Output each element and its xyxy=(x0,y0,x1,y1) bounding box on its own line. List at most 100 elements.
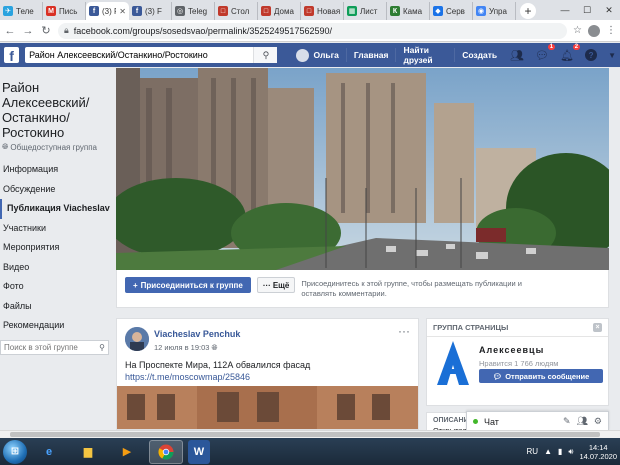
menu-kebab-icon[interactable]: ⋮ xyxy=(606,25,616,36)
author-avatar[interactable] xyxy=(125,327,149,351)
post-image[interactable] xyxy=(117,386,418,429)
browser-tab[interactable]: ✈ Теле xyxy=(0,2,43,20)
close-tab-icon[interactable]: ✕ xyxy=(119,7,126,16)
browser-tab[interactable]: □ Дома xyxy=(258,2,301,20)
chat-status-icon xyxy=(473,419,478,424)
group-type: 🌐︎ Общедоступная группа xyxy=(0,140,113,152)
group-search: ⚲ xyxy=(0,340,109,355)
scrollbar-thumb[interactable] xyxy=(10,432,600,437)
sidebar-menu-item[interactable]: Обсуждение xyxy=(0,180,113,200)
url-text: facebook.com/groups/sosedsvao/permalink/… xyxy=(73,25,332,36)
facebook-header: f ⚲ Ольга Главная Найти друзей Создать 👥… xyxy=(0,43,620,67)
media-player-icon[interactable]: ▶ xyxy=(110,440,144,464)
web-icon: ◎ xyxy=(175,6,185,16)
sidebar-menu-item[interactable]: Информация xyxy=(0,160,113,180)
group-title[interactable]: Район Алексеевский/ Останкино/ Ростокино xyxy=(0,68,113,140)
tray-arrow-icon[interactable]: ▲ xyxy=(544,447,552,456)
join-group-label: Присоединиться к группе xyxy=(140,280,243,290)
messages-badge: 1 xyxy=(547,43,556,50)
browser-tab[interactable]: К Кама xyxy=(387,2,430,20)
help-icon[interactable]: ? xyxy=(585,49,598,61)
more-button[interactable]: ··· Ещё xyxy=(256,277,296,293)
tab-label: Упра xyxy=(489,6,507,16)
browser-tab[interactable]: □ Стол xyxy=(215,2,258,20)
sheets-icon: ▦ xyxy=(347,6,357,16)
messenger-icon: 💬︎ xyxy=(492,371,503,381)
reload-icon[interactable]: ↻ xyxy=(40,24,52,37)
page-icon: □ xyxy=(218,6,228,16)
group-cover-photo[interactable] xyxy=(116,68,609,270)
sidebar-menu-item[interactable]: Файлы xyxy=(0,297,113,317)
language-indicator[interactable]: RU xyxy=(527,447,539,456)
friend-requests-icon[interactable]: 👥︎ xyxy=(510,49,524,62)
page-name[interactable]: Алексеевцы xyxy=(479,345,544,355)
browser-tab[interactable]: ◉ Упра xyxy=(473,2,516,20)
post-author[interactable]: Viacheslav Penchuk xyxy=(154,329,240,339)
search-icon[interactable]: ⚲ xyxy=(253,47,278,63)
globe-icon: 🌐︎ xyxy=(211,343,218,352)
join-group-button[interactable]: + Присоединиться к группе xyxy=(125,277,251,293)
account-dropdown-icon[interactable]: ▼ xyxy=(608,51,616,60)
clock-time: 14:14 xyxy=(588,442,608,452)
ie-icon[interactable]: e xyxy=(32,440,66,464)
word-icon[interactable]: W xyxy=(188,439,210,464)
group-sidebar: Район Алексеевский/ Останкино/ Ростокино… xyxy=(0,68,113,430)
nav-create[interactable]: Создать xyxy=(455,48,504,62)
address-bar[interactable]: 🔒︎ facebook.com/groups/sosedsvao/permali… xyxy=(58,22,568,39)
clock[interactable]: 14:14 14.07.2020 xyxy=(579,443,617,461)
sidebar-menu-item[interactable]: Видео xyxy=(0,258,113,278)
search-icon[interactable]: ⚲ xyxy=(99,343,105,352)
tab-label: Серв xyxy=(446,6,465,16)
group-search-input[interactable] xyxy=(4,343,100,352)
browser-tab[interactable]: M Пись xyxy=(43,2,86,20)
start-button-icon[interactable]: ⊞ xyxy=(3,439,27,464)
facebook-search-input[interactable] xyxy=(25,48,254,62)
plus-icon: + xyxy=(133,280,138,290)
send-message-button[interactable]: 💬︎ Отправить сообщение xyxy=(479,369,603,383)
notifications-bell-icon[interactable]: 🔔︎ 2 xyxy=(560,43,581,62)
new-group-icon[interactable]: 👥︎ xyxy=(576,416,587,427)
post-link[interactable]: https://t.me/moscowmap/25846 xyxy=(125,371,410,383)
forward-icon[interactable]: → xyxy=(22,25,34,37)
chat-bar[interactable]: Чат ✎ 👥︎ ⚙ xyxy=(466,411,609,431)
sidebar-menu-item[interactable]: Рекомендации xyxy=(0,316,113,336)
profile-avatar-icon[interactable] xyxy=(588,24,600,37)
sidebar-menu-item[interactable]: Фото xyxy=(0,277,113,297)
post-options-icon[interactable]: ··· xyxy=(398,325,410,353)
horizontal-scrollbar[interactable] xyxy=(0,430,620,438)
bookmark-star-icon[interactable]: ☆ xyxy=(573,25,582,36)
sidebar-menu-item[interactable]: Публикация Viacheslav xyxy=(0,199,113,219)
sidebar-menu-item[interactable]: Мероприятия xyxy=(0,238,113,258)
facebook-logo-icon[interactable]: f xyxy=(4,47,20,63)
send-message-label: Отправить сообщение xyxy=(505,371,590,381)
nav-profile[interactable]: Ольга xyxy=(289,48,347,62)
nav-home[interactable]: Главная xyxy=(347,48,397,62)
page-logo-icon[interactable] xyxy=(437,341,469,385)
browser-tab[interactable]: f(3) F✕ xyxy=(86,2,129,20)
folder-icon[interactable]: ▆ xyxy=(71,440,105,464)
volume-icon[interactable]: 🔊︎ xyxy=(568,447,573,457)
minimize-icon[interactable]: — xyxy=(554,5,576,15)
tab-label: Стол xyxy=(231,6,250,16)
browser-tab[interactable]: ▦ Лист xyxy=(344,2,387,20)
browser-tab[interactable]: f (3) F xyxy=(129,2,172,20)
group-type-label: Общедоступная группа xyxy=(10,142,97,152)
close-icon[interactable]: × xyxy=(593,323,602,332)
compose-icon[interactable]: ✎ xyxy=(563,416,571,427)
nav-find-friends[interactable]: Найти друзей xyxy=(396,45,456,65)
new-tab-button[interactable]: + xyxy=(520,3,536,19)
chrome-icon[interactable] xyxy=(149,439,183,464)
back-icon[interactable]: ← xyxy=(4,25,16,37)
sidebar-menu-item[interactable]: Участники xyxy=(0,219,113,239)
browser-tab[interactable]: ◎ Teleg xyxy=(172,2,215,20)
post-date[interactable]: 12 июля в 19:03 xyxy=(154,343,209,353)
maximize-icon[interactable]: ☐ xyxy=(576,5,598,16)
close-window-icon[interactable]: ✕ xyxy=(598,5,620,16)
messenger-icon[interactable]: 💬︎ 1 xyxy=(535,43,556,62)
tab-label: Лист xyxy=(360,6,378,16)
network-icon[interactable]: ▮ xyxy=(558,447,562,456)
browser-tab[interactable]: □Новая вк xyxy=(301,2,344,20)
facebook-nav: Ольга Главная Найти друзей Создать xyxy=(289,45,504,65)
gear-icon[interactable]: ⚙ xyxy=(594,416,602,427)
browser-tab[interactable]: ◆ Серв xyxy=(430,2,473,20)
